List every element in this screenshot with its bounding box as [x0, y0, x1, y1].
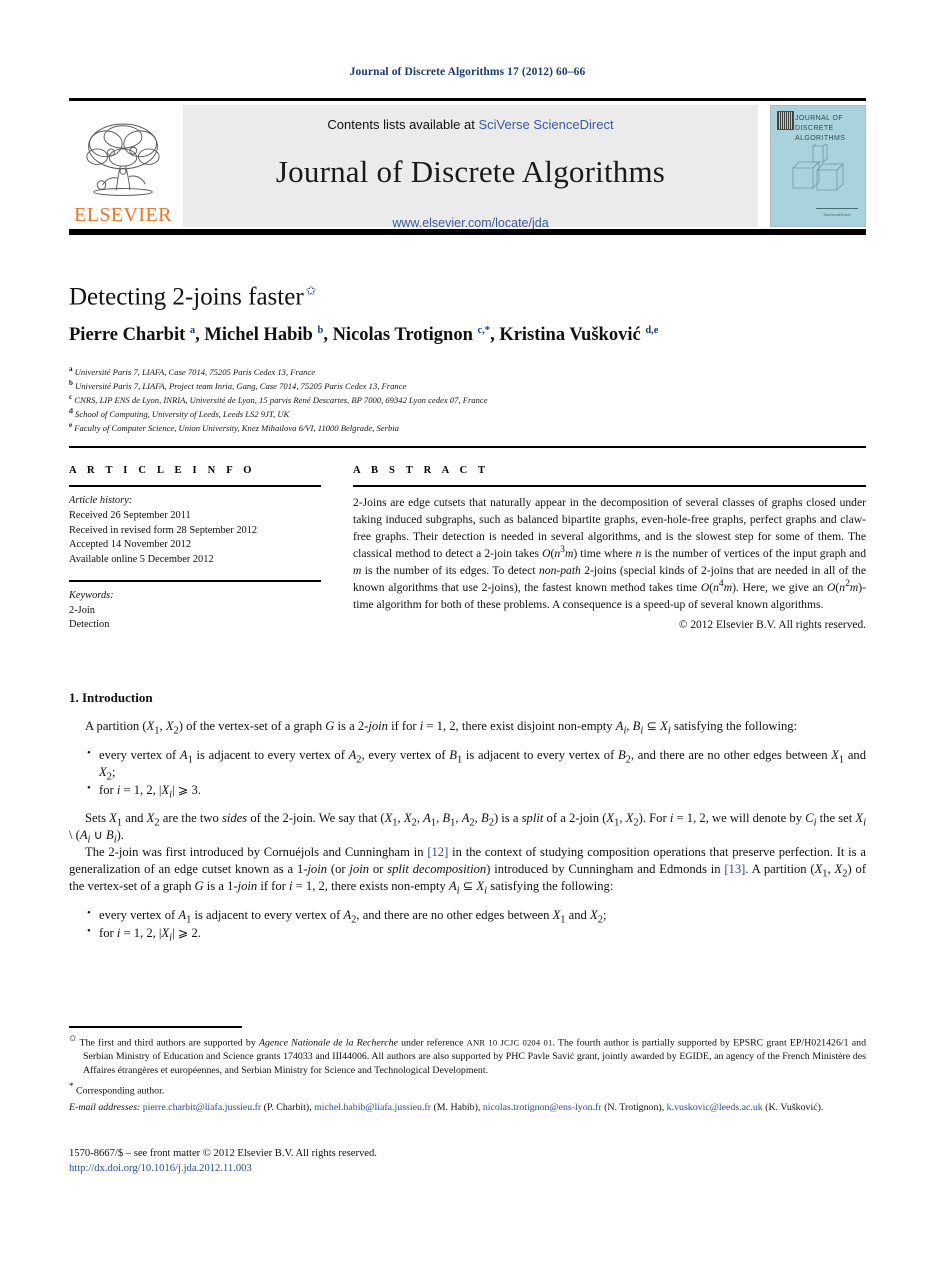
abstract-heading: A B S T R A C T	[353, 465, 490, 476]
title-block-rule	[69, 446, 866, 448]
article-history-item: Available online 5 December 2012	[69, 554, 214, 566]
elsevier-wordmark: ELSEVIER	[74, 204, 172, 226]
journal-masthead: ELSEVIER Contents lists available at Sci…	[69, 98, 866, 235]
article-history-item: Accepted 14 November 2012	[69, 539, 192, 551]
article-history-item: Received in revised form 28 September 20…	[69, 524, 258, 536]
issn-copyright-block: 1570-8667/$ – see front matter © 2012 El…	[69, 1146, 866, 1177]
article-info-abstract-block: A R T I C L E I N F O Article history: R…	[69, 465, 866, 633]
cover-journal-title: JOURNAL OF DISCRETE ALGORITHMS	[795, 115, 846, 143]
affiliation-list: a Université Paris 7, LIAFA, Case 7014, …	[69, 366, 869, 436]
article-info-rule	[69, 485, 321, 487]
keyword-item: Detection	[69, 619, 110, 631]
email-person: (N. Trotignon)	[604, 1101, 662, 1113]
paragraph-sides-and-split: Sets X1 and X2 are the two sides of the …	[69, 810, 867, 846]
keywords-entries: 2-Join Detection	[69, 604, 321, 634]
author-list: Pierre Charbit a, Michel Habib b, Nicola…	[69, 324, 659, 345]
article-history-item: Received 26 September 2011	[69, 509, 191, 521]
paragraph-history-1join: The 2-join was first introduced by Cornu…	[69, 844, 867, 897]
bullet-list-2join-conditions: every vertex of A1 is adjacent to every …	[69, 746, 866, 801]
affiliation: b Université Paris 7, LIAFA, Project tea…	[69, 379, 407, 391]
abstract-rule	[353, 485, 866, 487]
doi-link[interactable]: http://dx.doi.org/10.1016/j.jda.2012.11.…	[69, 1161, 866, 1176]
article-title-text: Detecting 2-joins faster	[69, 283, 304, 311]
abstract-copyright: © 2012 Elsevier B.V. All rights reserved…	[678, 619, 866, 632]
keyword-item: 2-Join	[69, 604, 95, 616]
list-item: every vertex of A1 is adjacent to every …	[87, 746, 866, 782]
keywords-rule	[69, 579, 321, 582]
affiliation: e Faculty of Computer Science, Union Uni…	[69, 420, 399, 433]
email-label: E-mail addresses:	[69, 1101, 141, 1113]
list-item: for i = 1, 2, |Xi| ⩾ 3.	[87, 781, 866, 800]
journal-title: Journal of Discrete Algorithms	[275, 154, 666, 189]
email-person: (M. Habib)	[433, 1101, 478, 1113]
cover-cube-art-icon	[792, 144, 844, 191]
article-info-column: A R T I C L E I N F O Article history: R…	[69, 465, 321, 633]
footnote-corresponding-author: * Corresponding author.	[69, 1081, 165, 1097]
article-history-label: Article history:	[69, 495, 133, 506]
cover-footer-label: ScienceDirect	[823, 212, 851, 217]
issn-line: 1570-8667/$ – see front matter © 2012 El…	[69, 1148, 377, 1159]
email-link[interactable]: michel.habib@liafa.jussieu.fr	[314, 1102, 431, 1113]
sciencedirect-link[interactable]: SciVerse ScienceDirect	[478, 117, 613, 132]
cover-footer: ScienceDirect	[816, 208, 858, 217]
page-title: Detecting 2-joins faster ✩	[69, 283, 317, 311]
keywords-block: Keywords: 2-Join Detection	[69, 589, 321, 633]
list-item: every vertex of A1 is adjacent to every …	[87, 906, 866, 925]
elsevier-logo: ELSEVIER	[69, 105, 177, 227]
contents-prefix: Contents lists available at	[327, 117, 479, 132]
email-person: (K. Vušković)	[765, 1101, 821, 1113]
keywords-label: Keywords:	[69, 589, 114, 601]
title-footnote-marker: ✩	[305, 283, 317, 298]
journal-article-page: Journal of Discrete Algorithms 17 (2012)…	[0, 0, 935, 1266]
article-body: 1. Introduction A partition (X1, X2) of …	[69, 690, 866, 952]
article-history: Article history: Received 26 September 2…	[69, 494, 321, 568]
list-item: for i = 1, 2, |Xi| ⩾ 2.	[87, 924, 866, 943]
footnote-email-addresses: E-mail addresses: pierre.charbit@liafa.j…	[69, 1101, 824, 1113]
bullet-list-1join-conditions: every vertex of A1 is adjacent to every …	[69, 906, 866, 943]
affiliation: c CNRS, LIP ENS de Lyon, INRIA, Universi…	[69, 392, 488, 405]
email-link[interactable]: k.vuskovic@leeds.ac.uk	[667, 1102, 763, 1113]
paragraph-definition-2join: A partition (X1, X2) of the vertex-set o…	[85, 719, 798, 737]
elsevier-tree-icon	[86, 123, 160, 196]
running-head: Journal of Discrete Algorithms 17 (2012)…	[349, 66, 586, 78]
affiliation: a Université Paris 7, LIAFA, Case 7014, …	[69, 365, 316, 377]
journal-cover-thumbnail: JOURNAL OF DISCRETE ALGORITHMS ScienceDi…	[770, 105, 866, 227]
footnote-block: ✩ The first and third authors are suppor…	[69, 1032, 866, 1115]
footnote-asterisk-marker: *	[69, 1081, 74, 1092]
email-person: (P. Charbit)	[263, 1101, 310, 1113]
contents-available-line: Contents lists available at SciVerse Sci…	[327, 117, 613, 132]
barcode-icon	[777, 111, 794, 130]
abstract-text: 2-Joins are edge cutsets that naturally …	[353, 496, 867, 611]
footnote-funding: ✩ The first and third authors are suppor…	[69, 1033, 867, 1077]
footnote-star-marker: ✩	[69, 1033, 77, 1043]
affiliation: d School of Computing, University of Lee…	[69, 406, 290, 419]
article-history-entries: Received 26 September 2011 Received in re…	[69, 509, 321, 568]
masthead-center-panel: Contents lists available at SciVerse Sci…	[183, 105, 758, 230]
section-heading-introduction: 1. Introduction	[69, 690, 153, 705]
article-info-heading: A R T I C L E I N F O	[69, 465, 256, 476]
journal-homepage-link[interactable]: www.elsevier.com/locate/jda	[392, 216, 548, 230]
email-link[interactable]: nicolas.trotignon@ens-lyon.fr	[483, 1102, 602, 1113]
masthead-top-rule	[69, 98, 866, 101]
footnote-rule	[69, 1026, 242, 1028]
abstract-column: A B S T R A C T 2-Joins are edge cutsets…	[353, 465, 866, 633]
column-gap	[321, 465, 353, 633]
email-link[interactable]: pierre.charbit@liafa.jussieu.fr	[143, 1102, 262, 1113]
